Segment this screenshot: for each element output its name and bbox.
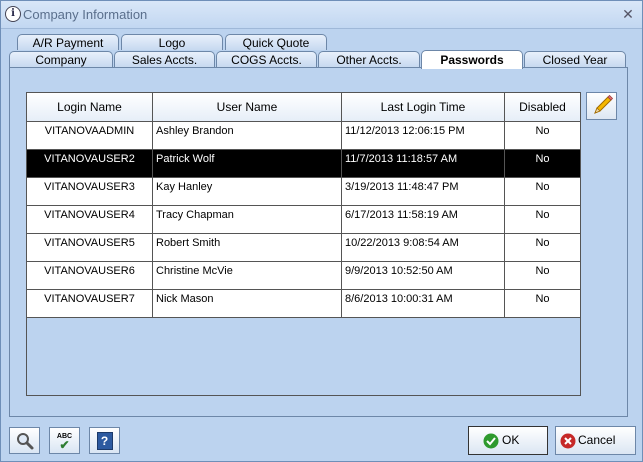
cell-last-login-time: 10/22/2013 9:08:54 AM <box>342 234 505 261</box>
tab-cogs-accts[interactable]: COGS Accts. <box>216 51 317 67</box>
checkmark-icon <box>483 433 499 449</box>
cell-user-name: Robert Smith <box>153 234 342 261</box>
cell-disabled: No <box>535 125 550 137</box>
cell-login-name: VITANOVAUSER6 <box>27 262 153 289</box>
spellcheck-icon: ABC ✔ <box>56 433 73 452</box>
cell-login-name: VITANOVAUSER7 <box>27 290 153 317</box>
window-title: Company Information <box>23 7 148 22</box>
help-button[interactable]: ? <box>89 427 120 454</box>
cell-login-name: VITANOVAUSER4 <box>27 206 153 233</box>
cell-disabled: No <box>535 181 550 193</box>
tab-other-accts[interactable]: Other Accts. <box>318 51 420 67</box>
help-icon: ? <box>96 432 113 450</box>
table-header: Login Name User Name Last Login Time Dis… <box>27 93 580 122</box>
cell-last-login-time: 8/6/2013 10:00:31 AM <box>342 290 505 317</box>
table-row[interactable]: VITANOVAUSER4 Tracy Chapman 6/17/2013 11:5… <box>27 206 580 234</box>
cancel-icon <box>560 433 576 449</box>
users-table: Login Name User Name Last Login Time Dis… <box>26 92 581 396</box>
cell-disabled: No <box>535 209 550 221</box>
info-icon: i <box>5 6 21 22</box>
tab-quick-quote[interactable]: Quick Quote <box>225 34 327 50</box>
title-bar: i Company Information ✕ <box>1 1 642 29</box>
search-button[interactable] <box>9 427 40 454</box>
edit-button[interactable] <box>586 92 617 120</box>
cell-login-name: VITANOVAADMIN <box>27 122 153 149</box>
cell-user-name: Christine McVie <box>153 262 342 289</box>
cell-disabled: No <box>535 265 550 277</box>
cell-last-login-time: 3/19/2013 11:48:47 PM <box>342 178 505 205</box>
tab-passwords[interactable]: Passwords <box>421 50 523 69</box>
company-information-window: i Company Information ✕ A/R Payment Logo… <box>0 0 643 462</box>
cell-disabled: No <box>535 237 550 249</box>
tab-company[interactable]: Company <box>9 51 113 67</box>
column-header-login-name[interactable]: Login Name <box>27 93 153 121</box>
cell-login-name: VITANOVAUSER2 <box>27 150 153 177</box>
spellcheck-button[interactable]: ABC ✔ <box>49 427 80 454</box>
tab-sales-accts[interactable]: Sales Accts. <box>114 51 215 67</box>
tab-logo[interactable]: Logo <box>121 34 223 50</box>
table-row[interactable]: VITANOVAUSER2 Patrick Wolf 11/7/2013 11:18… <box>27 150 580 178</box>
table-row[interactable]: VITANOVAADMIN Ashley Brandon 11/12/2013 12… <box>27 122 580 150</box>
search-icon <box>16 433 33 450</box>
column-header-user-name[interactable]: User Name <box>153 93 342 121</box>
close-icon[interactable]: ✕ <box>620 6 636 22</box>
pencil-icon <box>594 94 614 114</box>
cell-disabled: No <box>535 153 550 165</box>
cancel-label: Cancel <box>578 433 616 447</box>
tab-closed-year[interactable]: Closed Year <box>524 51 626 67</box>
table-row[interactable]: VITANOVAUSER3 Kay Hanley 3/19/2013 11:48:4… <box>27 178 580 206</box>
cell-user-name: Kay Hanley <box>153 178 342 205</box>
ok-label: OK <box>502 433 520 447</box>
cell-last-login-time: 11/7/2013 11:18:57 AM <box>342 150 505 177</box>
table-row[interactable]: VITANOVAUSER5 Robert Smith 10/22/2013 9:08… <box>27 234 580 262</box>
cell-user-name: Ashley Brandon <box>153 122 342 149</box>
cell-last-login-time: 11/12/2013 12:06:15 PM <box>342 122 505 149</box>
cell-login-name: VITANOVAUSER5 <box>27 234 153 261</box>
cell-user-name: Patrick Wolf <box>153 150 342 177</box>
column-header-last-login-time[interactable]: Last Login Time <box>342 93 505 121</box>
cell-user-name: Nick Mason <box>153 290 342 317</box>
passwords-panel: Login Name User Name Last Login Time Dis… <box>9 67 628 417</box>
ok-button[interactable]: OK <box>468 426 548 455</box>
table-row[interactable]: VITANOVAUSER6 Christine McVie 9/9/2013 10:… <box>27 262 580 290</box>
cell-last-login-time: 6/17/2013 11:58:19 AM <box>342 206 505 233</box>
tab-ar-payment[interactable]: A/R Payment <box>17 34 119 50</box>
cell-last-login-time: 9/9/2013 10:52:50 AM <box>342 262 505 289</box>
table-row[interactable]: VITANOVAUSER7 Nick Mason 8/6/2013 10:00:31… <box>27 290 580 318</box>
cancel-button[interactable]: Cancel <box>555 426 636 455</box>
column-header-disabled[interactable]: Disabled <box>505 93 580 121</box>
cell-login-name: VITANOVAUSER3 <box>27 178 153 205</box>
cell-disabled: No <box>535 293 550 305</box>
cell-user-name: Tracy Chapman <box>153 206 342 233</box>
